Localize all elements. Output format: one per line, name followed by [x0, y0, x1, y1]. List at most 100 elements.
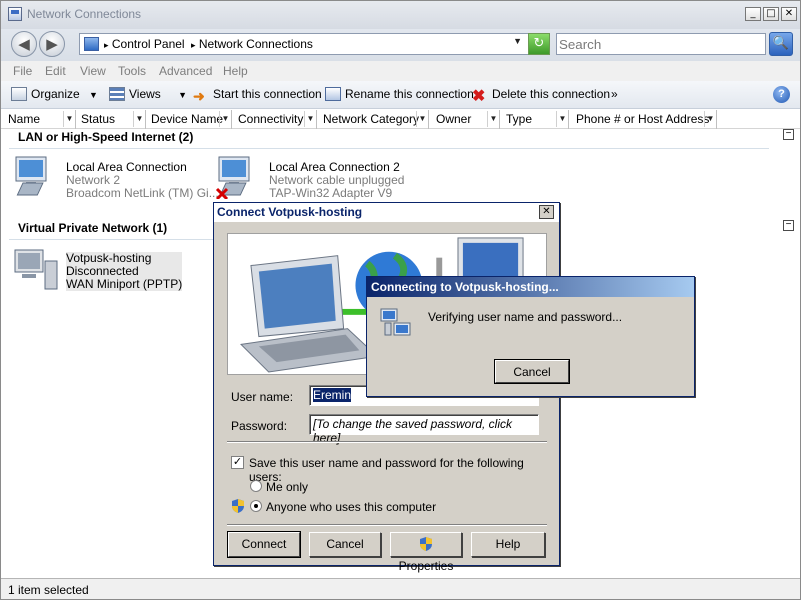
- group-divider: [9, 148, 769, 149]
- column-type[interactable]: Type ▼: [499, 110, 569, 129]
- menu-help[interactable]: Help: [223, 64, 248, 78]
- breadcrumb-control-panel[interactable]: Control Panel: [112, 37, 185, 51]
- network-adapter-icon: [15, 156, 47, 196]
- breadcrumb: ▸ Control Panel ▸ Network Connections: [104, 37, 313, 51]
- organize-icon: [11, 87, 27, 101]
- rename-connection-button[interactable]: Rename this connection: [325, 87, 474, 101]
- menu-bar: File Edit View Tools Advanced Help: [1, 61, 800, 81]
- network-adapter-unplugged-icon: [215, 156, 250, 199]
- delete-connection-button[interactable]: ✖ Delete this connection: [472, 87, 610, 105]
- connect-button[interactable]: Connect: [227, 531, 301, 558]
- column-dropdown-icon[interactable]: ▼: [304, 111, 316, 127]
- column-dropdown-icon[interactable]: ▼: [704, 111, 716, 127]
- arrow-right-icon: ➜: [193, 88, 205, 104]
- column-dropdown-icon[interactable]: ▼: [556, 111, 568, 127]
- properties-button[interactable]: Properties: [390, 532, 462, 573]
- password-label: Password:: [231, 419, 288, 433]
- search-button[interactable]: 🔍: [769, 32, 793, 56]
- menu-tools[interactable]: Tools: [118, 64, 146, 78]
- connection-local-area-2[interactable]: Local Area Connection 2 Network cable un…: [269, 161, 404, 200]
- back-button[interactable]: ◀: [11, 31, 37, 57]
- refresh-icon: ↻: [533, 36, 545, 51]
- column-dropdown-icon[interactable]: ▼: [219, 111, 231, 127]
- control-panel-icon: [84, 37, 99, 51]
- username-label: User name:: [231, 390, 294, 404]
- column-name[interactable]: Name ▼: [1, 110, 76, 129]
- column-dropdown-icon[interactable]: ▼: [487, 111, 499, 127]
- progress-message: Verifying user name and password...: [428, 310, 623, 324]
- dialog-close-button[interactable]: ✕: [539, 205, 554, 219]
- address-bar[interactable]: ▸ Control Panel ▸ Network Connections ▼: [79, 33, 549, 55]
- cancel-button[interactable]: Cancel: [309, 532, 381, 557]
- dialog-separator: [227, 441, 547, 443]
- me-only-label: Me only: [266, 480, 309, 494]
- connection-local-area[interactable]: Local Area Connection Network 2 Broadcom…: [66, 161, 219, 200]
- forward-arrow-icon: ▶: [46, 35, 58, 53]
- column-connectivity[interactable]: Connectivity ▼: [231, 110, 317, 129]
- rename-icon: [325, 87, 341, 101]
- views-button[interactable]: Views ▼: [109, 87, 187, 101]
- anyone-label: Anyone who uses this computer: [266, 500, 437, 514]
- search-input[interactable]: [556, 33, 766, 55]
- back-arrow-icon: ◀: [18, 35, 30, 53]
- column-phone-host[interactable]: Phone # or Host Address ▼: [569, 110, 717, 129]
- group-divider: [9, 239, 213, 240]
- connection-votpusk-hosting[interactable]: Votpusk-hosting Disconnected WAN Minipor…: [66, 252, 183, 291]
- network-connecting-icon: [380, 308, 411, 336]
- title-bar: Network Connections _ □ ✕: [1, 1, 800, 29]
- help-icon[interactable]: ?: [773, 86, 790, 103]
- close-icon: ✕: [542, 206, 551, 217]
- progress-cancel-button[interactable]: Cancel: [494, 359, 570, 384]
- dialog-title: Connect Votpusk-hosting: [217, 205, 363, 219]
- status-text: 1 item selected: [8, 583, 89, 597]
- progress-title-bar: Connecting to Votpusk-hosting...: [367, 277, 694, 297]
- collapse-group-button[interactable]: −: [783, 129, 794, 140]
- menu-file[interactable]: File: [13, 64, 32, 78]
- close-button[interactable]: ✕: [781, 7, 797, 21]
- search-icon: 🔍: [772, 36, 790, 51]
- delete-x-icon: ✖: [472, 88, 486, 105]
- toolbar: Organize ▼ Views ▼ ➜ Start this connectio…: [1, 81, 800, 109]
- menu-edit[interactable]: Edit: [45, 64, 66, 78]
- breadcrumb-separator: ▸: [190, 40, 196, 50]
- status-bar: 1 item selected: [1, 578, 800, 599]
- password-field[interactable]: [To change the saved password, click her…: [309, 414, 539, 445]
- progress-title: Connecting to Votpusk-hosting...: [371, 280, 559, 294]
- group-header-lan: LAN or High-Speed Internet (2): [18, 130, 194, 144]
- column-dropdown-icon[interactable]: ▼: [416, 111, 428, 127]
- column-network-category[interactable]: Network Category ▼: [316, 110, 429, 129]
- forward-button[interactable]: ▶: [39, 31, 65, 57]
- vpn-connection-icon: [14, 249, 58, 290]
- organize-button[interactable]: Organize ▼: [11, 87, 98, 101]
- save-credentials-checkbox[interactable]: ✓: [231, 456, 244, 469]
- me-only-radio[interactable]: [250, 480, 262, 492]
- connecting-dialog: Connecting to Votpusk-hosting... Verifyi…: [366, 276, 695, 397]
- chevron-down-icon: ▼: [178, 90, 188, 100]
- menu-advanced[interactable]: Advanced: [159, 64, 212, 78]
- address-row: ◀ ▶ ▸ Control Panel ▸ Network Connection…: [1, 29, 800, 61]
- column-status[interactable]: Status ▼: [74, 110, 146, 129]
- maximize-button[interactable]: □: [763, 7, 779, 21]
- help-button[interactable]: Help: [471, 532, 545, 557]
- address-dropdown-icon[interactable]: ▼: [513, 36, 522, 46]
- more-tools-button[interactable]: »: [611, 87, 618, 101]
- column-headers: Name ▼ Status ▼ Device Name ▼ Connectivity ▼…: [1, 110, 800, 129]
- views-icon: [109, 87, 125, 101]
- window-icon: [8, 7, 22, 21]
- column-device-name[interactable]: Device Name ▼: [144, 110, 232, 129]
- chevron-down-icon: ▼: [89, 90, 98, 100]
- column-owner[interactable]: Owner ▼: [429, 110, 500, 129]
- uac-shield-icon: [232, 499, 244, 513]
- dialog-title-bar: Connect Votpusk-hosting ✕: [214, 203, 559, 222]
- menu-view[interactable]: View: [80, 64, 106, 78]
- breadcrumb-separator: ▸: [104, 40, 109, 50]
- breadcrumb-network-connections[interactable]: Network Connections: [199, 37, 313, 51]
- collapse-group-button[interactable]: −: [783, 220, 794, 231]
- dialog-separator: [227, 524, 547, 526]
- start-connection-button[interactable]: ➜ Start this connection: [193, 87, 322, 103]
- window-title: Network Connections: [27, 7, 142, 21]
- anyone-radio[interactable]: [250, 500, 262, 512]
- refresh-button[interactable]: ↻: [528, 33, 550, 55]
- minimize-button[interactable]: _: [745, 7, 761, 21]
- group-header-vpn: Virtual Private Network (1): [18, 221, 168, 235]
